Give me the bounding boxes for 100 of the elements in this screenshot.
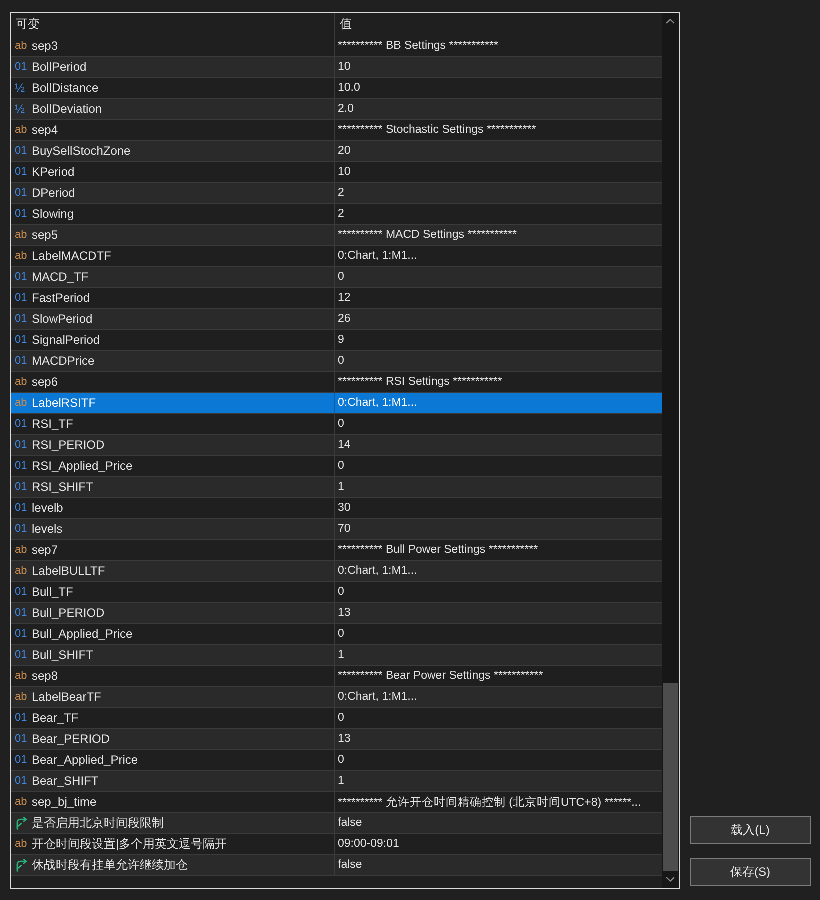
parameter-value: ********** Bear Power Settings *********** — [338, 670, 544, 682]
property-row[interactable]: 休战时段有挂单允许继续加仓 false — [11, 855, 662, 876]
property-row[interactable]: ab sep8 ********** Bear Power Settings *********** — [11, 666, 662, 687]
integer-type-icon: 01 — [15, 733, 32, 745]
property-row[interactable]: ab LabelBearTF 0:Chart, 1:M1... — [11, 687, 662, 708]
property-row[interactable]: 01 levelb 30 — [11, 498, 662, 519]
parameter-name: MACD_TF — [32, 270, 89, 284]
property-row[interactable]: ab 开仓时间段设置|多个用英文逗号隔开 09:00-09:01 — [11, 834, 662, 855]
integer-type-icon: 01 — [15, 607, 32, 619]
property-row[interactable]: 01 MACD_TF 0 — [11, 267, 662, 288]
text-type-icon: ab — [15, 40, 32, 52]
integer-type-icon: 01 — [15, 418, 32, 430]
load-button[interactable]: 载入(L) — [690, 816, 811, 844]
property-row[interactable]: ab LabelMACDTF 0:Chart, 1:M1... — [11, 246, 662, 267]
property-row[interactable]: 01 Bear_Applied_Price 0 — [11, 750, 662, 771]
property-row[interactable]: 01 SignalPeriod 9 — [11, 330, 662, 351]
parameter-name: levelb — [32, 501, 64, 515]
property-row[interactable]: 01 Slowing 2 — [11, 204, 662, 225]
parameter-value: 0 — [338, 712, 344, 724]
parameter-value: 0:Chart, 1:M1... — [338, 397, 418, 409]
property-row[interactable]: ab sep7 ********** Bull Power Settings *********** — [11, 540, 662, 561]
text-type-icon: ab — [15, 250, 32, 262]
text-type-icon: ab — [15, 796, 32, 808]
property-row[interactable]: 01 RSI_SHIFT 1 — [11, 477, 662, 498]
parameter-name: sep_bj_time — [32, 795, 97, 809]
column-header[interactable]: 值 — [340, 16, 352, 33]
property-row[interactable]: 01 RSI_Applied_Price 0 — [11, 456, 662, 477]
parameter-value: 2 — [338, 187, 344, 199]
property-row[interactable]: 01 Bull_PERIOD 13 — [11, 603, 662, 624]
parameter-name: DPeriod — [32, 186, 76, 200]
parameter-name: Bear_PERIOD — [32, 732, 110, 746]
parameter-value: 0:Chart, 1:M1... — [338, 565, 418, 577]
property-row[interactable]: 01 Bull_SHIFT 1 — [11, 645, 662, 666]
property-row[interactable]: ab sep3 ********** BB Settings *********** — [11, 36, 662, 57]
branch-arrow-icon — [15, 858, 28, 872]
parameter-name: Bull_PERIOD — [32, 606, 105, 620]
property-row[interactable]: ab sep6 ********** RSI Settings *********** — [11, 372, 662, 393]
parameter-name: LabelBULLTF — [32, 564, 106, 578]
fraction-type-icon: ½ — [15, 81, 32, 95]
property-row[interactable]: 01 Bear_TF 0 — [11, 708, 662, 729]
integer-type-icon: 01 — [15, 145, 32, 157]
parameter-value: 12 — [338, 292, 351, 304]
parameter-value: 0 — [338, 418, 344, 430]
property-row[interactable]: 01 BuySellStochZone 20 — [11, 141, 662, 162]
property-row[interactable]: 是否启用北京时间段限制 false — [11, 813, 662, 834]
parameter-value: ********** MACD Settings *********** — [338, 229, 517, 241]
parameter-name: SlowPeriod — [32, 312, 93, 326]
parameter-value: ********** Bull Power Settings *********** — [338, 544, 538, 556]
property-row[interactable]: ab sep4 ********** Stochastic Settings *********** — [11, 120, 662, 141]
parameter-value: 0 — [338, 754, 344, 766]
parameter-name: Bull_TF — [32, 585, 74, 599]
property-row[interactable]: 01 RSI_PERIOD 14 — [11, 435, 662, 456]
integer-type-icon: 01 — [15, 754, 32, 766]
property-row[interactable]: 01 Bear_SHIFT 1 — [11, 771, 662, 792]
property-row[interactable]: 01 RSI_TF 0 — [11, 414, 662, 435]
property-row[interactable]: ½ BollDistance 10.0 — [11, 78, 662, 99]
property-row[interactable]: ab sep5 ********** MACD Settings *********** — [11, 225, 662, 246]
property-row[interactable]: 01 SlowPeriod 26 — [11, 309, 662, 330]
parameter-value: 2.0 — [338, 103, 354, 115]
property-row[interactable]: ab LabelRSITF 0:Chart, 1:M1... — [11, 393, 662, 414]
integer-type-icon: 01 — [15, 334, 32, 346]
property-row[interactable]: ab LabelBULLTF 0:Chart, 1:M1... — [11, 561, 662, 582]
integer-type-icon: 01 — [15, 61, 32, 73]
property-row[interactable]: ab sep_bj_time ********** 允许开仓时间精确控制 (北京时间UTC+8) ******... — [11, 792, 662, 813]
parameter-name: sep3 — [32, 39, 58, 53]
parameter-value: 09:00-09:01 — [338, 838, 400, 850]
parameter-value: 0 — [338, 355, 344, 367]
property-row[interactable]: ½ BollDeviation 2.0 — [11, 99, 662, 120]
property-row[interactable]: 01 Bull_TF 0 — [11, 582, 662, 603]
chevron-up-icon[interactable] — [666, 19, 675, 24]
property-row[interactable]: 01 levels 70 — [11, 519, 662, 540]
property-row[interactable]: 01 MACDPrice 0 — [11, 351, 662, 372]
parameter-value: 20 — [338, 145, 351, 157]
parameter-value: 26 — [338, 313, 351, 325]
integer-type-icon: 01 — [15, 481, 32, 493]
scrollbar[interactable] — [662, 13, 679, 888]
property-row[interactable]: 01 FastPeriod 12 — [11, 288, 662, 309]
parameter-value: 0:Chart, 1:M1... — [338, 691, 418, 703]
parameter-value: 1 — [338, 481, 344, 493]
parameter-value: 2 — [338, 208, 344, 220]
parameter-value: 0:Chart, 1:M1... — [338, 250, 418, 262]
branch-arrow-icon — [15, 816, 28, 830]
parameter-value: 30 — [338, 502, 351, 514]
integer-type-icon: 01 — [15, 292, 32, 304]
property-row[interactable]: 01 DPeriod 2 — [11, 183, 662, 204]
parameter-name: BollPeriod — [32, 60, 87, 74]
integer-type-icon: 01 — [15, 166, 32, 178]
chevron-down-icon[interactable] — [666, 877, 675, 882]
parameter-value: false — [338, 859, 362, 871]
text-type-icon: ab — [15, 397, 32, 409]
property-row[interactable]: 01 Bull_Applied_Price 0 — [11, 624, 662, 645]
parameter-name: MACDPrice — [32, 354, 95, 368]
column-header[interactable]: 可变 — [16, 16, 40, 33]
property-row[interactable]: 01 BollPeriod 10 — [11, 57, 662, 78]
property-row[interactable]: 01 Bear_PERIOD 13 — [11, 729, 662, 750]
parameter-name: sep4 — [32, 123, 58, 137]
integer-type-icon: 01 — [15, 271, 32, 283]
save-button[interactable]: 保存(S) — [690, 858, 811, 886]
scrollbar-thumb[interactable] — [663, 683, 678, 871]
property-row[interactable]: 01 KPeriod 10 — [11, 162, 662, 183]
